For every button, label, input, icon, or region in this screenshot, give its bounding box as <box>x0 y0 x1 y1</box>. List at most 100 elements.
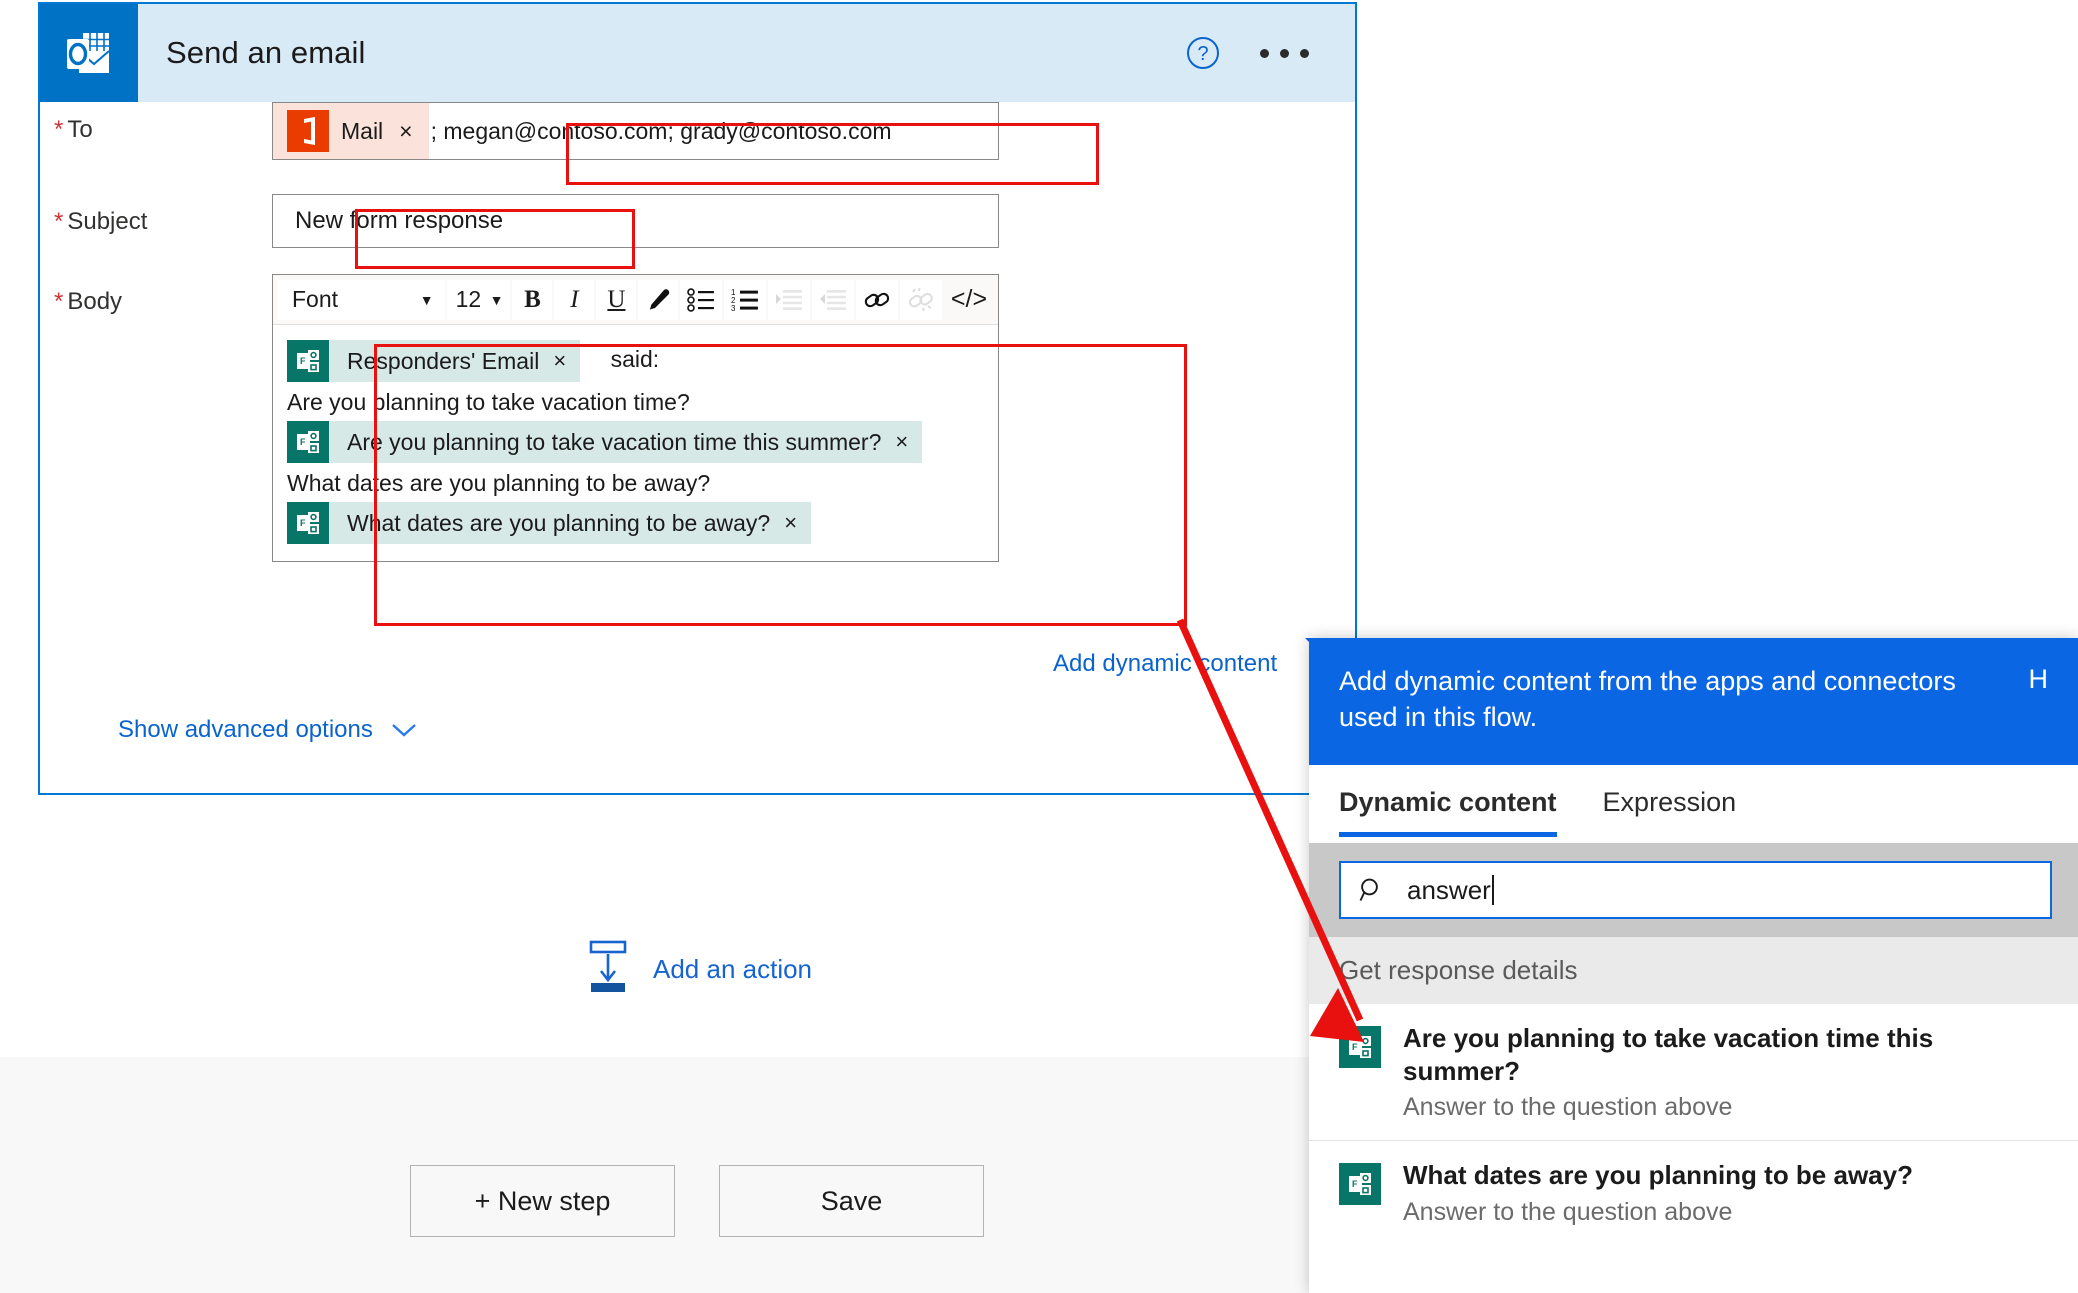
dynamic-token-responders-email[interactable]: F Responders' Email × <box>287 340 581 382</box>
to-label-text: To <box>67 116 93 143</box>
add-an-action-button[interactable]: Add an action <box>585 940 812 999</box>
screen: Send an email ? * To Mail × ; megan@cont… <box>0 0 2078 1293</box>
body-said-text: said: <box>610 346 660 373</box>
indent-icon[interactable] <box>768 279 811 320</box>
dynamic-token-vacation-question[interactable]: F Are you planning to take vacation time… <box>287 421 923 463</box>
page-title: Send an email <box>166 35 366 70</box>
dynamic-token-dates-question[interactable]: F What dates are you planning to be away… <box>287 502 812 544</box>
body-label: * Body <box>40 274 272 562</box>
body-question-1: Are you planning to take vacation time? <box>287 389 690 415</box>
save-button[interactable]: Save <box>719 1165 984 1237</box>
italic-button[interactable]: I <box>554 279 595 320</box>
body-line-1: F Responders' Email × said: <box>287 337 984 385</box>
new-step-button[interactable]: + New step <box>410 1165 675 1237</box>
body-line-3: F What dates are you planning to be away… <box>287 499 984 547</box>
bold-button[interactable]: B <box>512 279 553 320</box>
search-text: answer <box>1407 874 1491 905</box>
office-mail-icon <box>287 110 329 152</box>
rich-text-toolbar: Font ▼ 12 ▼ B I U 1 2 3 </> <box>273 275 998 325</box>
body-required-marker: * <box>54 288 64 315</box>
search-input[interactable]: answer <box>1339 861 2052 920</box>
add-dynamic-content-link[interactable]: Add dynamic content <box>1053 650 1277 678</box>
add-an-action-label: Add an action <box>653 954 813 984</box>
svg-text:?: ? <box>1197 43 1208 65</box>
list-item-text: Are you planning to take vacation time t… <box>1403 1022 2054 1122</box>
subject-label-text: Subject <box>67 208 148 235</box>
font-size-dropdown[interactable]: 12 ▼ <box>446 279 511 320</box>
footer-buttons: + New step Save <box>410 1165 984 1237</box>
chevron-down-icon: ▼ <box>419 291 434 308</box>
token-remove[interactable]: × <box>887 429 922 455</box>
font-size-label: 12 <box>455 286 482 312</box>
body-row: * Body Font ▼ 12 ▼ B I U 1 2 3 </> F Res… <box>40 274 1355 562</box>
to-required-marker: * <box>54 116 64 143</box>
font-family-dropdown[interactable]: Font ▼ <box>277 279 445 320</box>
list-item-title: What dates are you planning to be away? <box>1403 1160 1913 1191</box>
mail-token-remove[interactable]: × <box>399 119 412 143</box>
subject-required-marker: * <box>54 208 64 235</box>
subject-label: * Subject <box>40 194 272 248</box>
link-icon[interactable] <box>856 279 899 320</box>
outlook-mail-icon <box>40 4 138 102</box>
list-item[interactable]: F Are you planning to take vacation time… <box>1309 1004 2078 1142</box>
flyout-tabs: Dynamic content Expression <box>1309 765 2078 838</box>
subject-input[interactable]: New form response <box>272 194 999 248</box>
text-cursor <box>1491 874 1494 905</box>
search-icon <box>1359 878 1378 902</box>
mail-token-label: Mail <box>341 117 384 144</box>
to-value: ; megan@contoso.com; grady@contoso.com <box>430 117 892 144</box>
subject-row: * Subject New form response <box>40 194 1355 248</box>
forms-icon: F <box>287 502 329 544</box>
tab-dynamic-content[interactable]: Dynamic content <box>1339 787 1557 838</box>
flyout-header-text: Add dynamic content from the apps and co… <box>1339 666 1956 732</box>
forms-icon: F <box>1339 1026 1381 1069</box>
list-item[interactable]: F What dates are you planning to be away… <box>1309 1141 2078 1245</box>
numbered-list-icon[interactable]: 1 2 3 <box>724 279 767 320</box>
svg-text:F: F <box>300 437 306 447</box>
unlink-icon[interactable] <box>900 279 942 320</box>
body-question-2: What dates are you planning to be away? <box>287 470 711 496</box>
underline-button[interactable]: U <box>596 279 637 320</box>
help-circle-icon[interactable]: ? <box>1186 36 1220 70</box>
ellipsis-icon[interactable] <box>1260 36 1309 70</box>
forms-icon: F <box>1339 1163 1381 1206</box>
token-remove[interactable]: × <box>776 510 811 536</box>
bulleted-list-icon[interactable] <box>680 279 723 320</box>
mail-token[interactable]: Mail × <box>273 103 429 159</box>
body-label-text: Body <box>67 288 123 315</box>
svg-text:F: F <box>1352 1042 1358 1052</box>
show-advanced-options-label: Show advanced options <box>118 716 373 743</box>
dynamic-content-group-title: Get response details <box>1309 937 2078 1005</box>
font-family-label: Font <box>292 286 339 312</box>
token-remove[interactable]: × <box>545 348 580 374</box>
list-item-title: Are you planning to take vacation time t… <box>1403 1023 1934 1086</box>
body-line-2: F Are you planning to take vacation time… <box>287 418 984 466</box>
to-row: * To Mail × ; megan@contoso.com; grady@c… <box>40 102 1355 160</box>
highlighter-pen-icon[interactable] <box>638 279 679 320</box>
code-view-button[interactable]: </> <box>944 280 994 320</box>
flyout-hide-button[interactable]: H <box>2029 664 2049 695</box>
token-label: What dates are you planning to be away? <box>347 509 771 536</box>
token-label: Responders' Email <box>347 347 540 374</box>
insert-action-icon <box>585 940 631 999</box>
header-actions: ? <box>1186 36 1355 70</box>
search-value: answer <box>1407 874 1494 906</box>
body-rich-text-editor: Font ▼ 12 ▼ B I U 1 2 3 </> F Responders… <box>272 274 999 562</box>
show-advanced-options-button[interactable]: Show advanced options <box>118 716 417 744</box>
list-item-subtitle: Answer to the question above <box>1403 1093 1733 1122</box>
svg-text:F: F <box>1352 1179 1358 1189</box>
svg-text:3: 3 <box>731 303 736 311</box>
tab-expression[interactable]: Expression <box>1603 787 1737 837</box>
send-an-email-card: Send an email ? * To Mail × ; megan@cont… <box>38 2 1357 795</box>
token-label: Are you planning to take vacation time t… <box>347 428 882 455</box>
dynamic-content-flyout: Add dynamic content from the apps and co… <box>1309 638 2078 1293</box>
card-header: Send an email ? <box>40 4 1355 102</box>
svg-text:F: F <box>300 356 306 366</box>
to-label: * To <box>40 102 272 160</box>
outdent-icon[interactable] <box>812 279 855 320</box>
body-content[interactable]: F Responders' Email × said: Are you plan… <box>273 325 998 561</box>
chevron-down-icon: ▼ <box>489 291 504 308</box>
chevron-down-icon <box>392 724 416 737</box>
list-item-subtitle: Answer to the question above <box>1403 1197 1733 1226</box>
to-input[interactable]: Mail × ; megan@contoso.com; grady@contos… <box>272 102 999 160</box>
